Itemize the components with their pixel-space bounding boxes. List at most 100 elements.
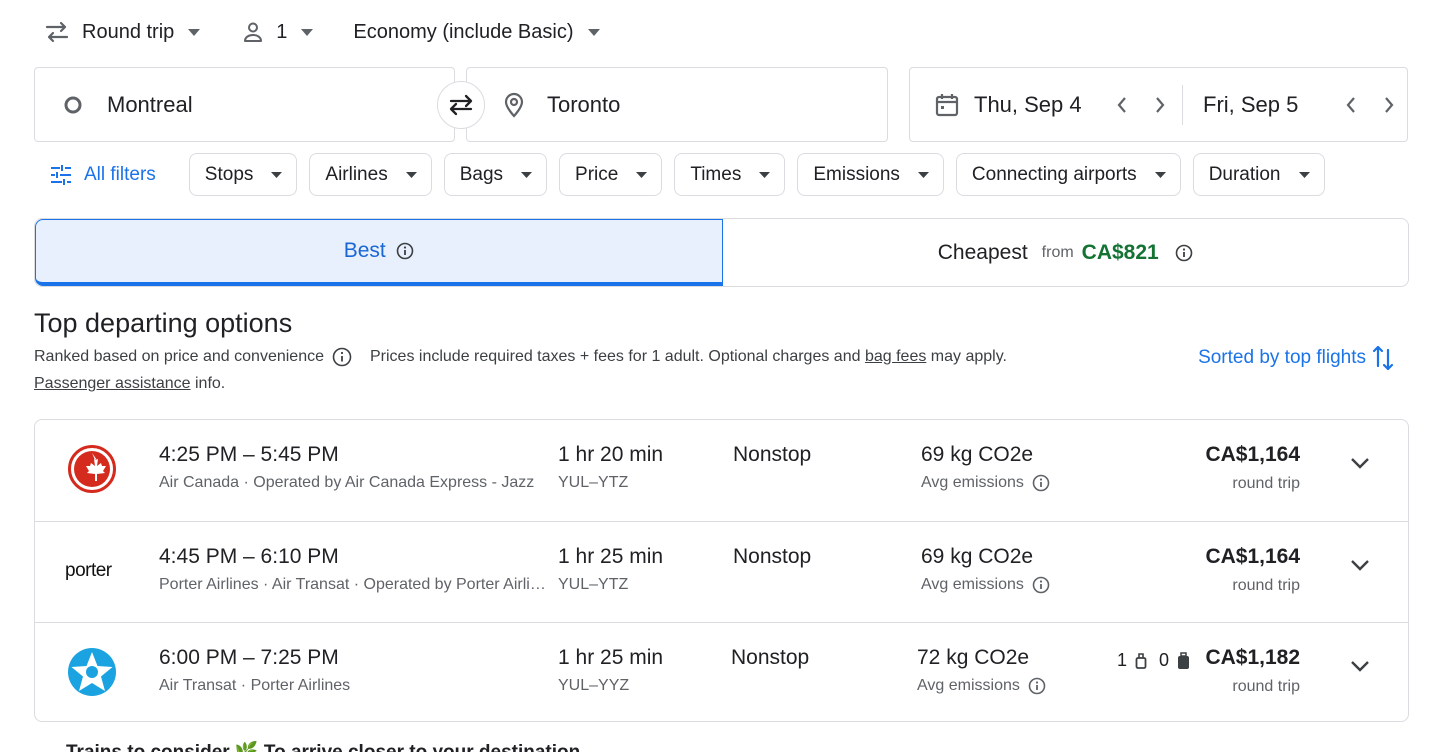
passengers-select[interactable]: 1	[242, 20, 314, 44]
flight-stops: Nonstop	[733, 545, 812, 568]
caret-down-icon	[301, 28, 314, 36]
tab-best-label: Best	[343, 239, 386, 262]
tune-icon	[50, 164, 72, 185]
trip-type-label: Round trip	[82, 20, 175, 43]
flight-emissions: 69 kg CO2e	[921, 443, 1034, 466]
filter-chip-connecting-airports[interactable]: Connecting airports	[955, 153, 1181, 196]
chip-label: Emissions	[813, 163, 900, 185]
cabin-class-label: Economy (include Basic)	[353, 20, 574, 43]
results-notes: Ranked based on price and convenience Pr…	[34, 347, 1007, 367]
air-canada-logo-icon	[67, 444, 117, 494]
info-icon[interactable]	[396, 242, 414, 260]
tab-cheapest-label: Cheapest	[937, 240, 1028, 264]
return-date[interactable]: Fri, Sep 5	[1203, 92, 1339, 118]
swap-arrows-icon	[44, 21, 70, 43]
chip-label: Times	[690, 163, 742, 185]
caret-down-icon	[271, 171, 283, 178]
expand-chevron-icon[interactable]	[1350, 659, 1370, 673]
calendar-icon	[934, 92, 960, 118]
filter-chip-price[interactable]: Price	[559, 153, 663, 196]
flight-times: 4:45 PM – 6:10 PM	[159, 545, 339, 568]
flight-airline: Air Transat · Porter Airlines	[159, 677, 351, 694]
flight-times: 6:00 PM – 7:25 PM	[159, 646, 339, 669]
carry-on-count: 1	[1116, 650, 1127, 670]
flight-duration: 1 hr 20 min	[558, 443, 664, 466]
return-prev-icon[interactable]	[1345, 96, 1357, 114]
flight-trip-type: round trip	[1232, 678, 1300, 695]
flight-stops: Nonstop	[733, 443, 812, 466]
flight-row[interactable]: porter 4:45 PM – 6:10 PM Porter Airlines…	[35, 521, 1408, 622]
destination-field[interactable]: Toronto	[466, 67, 888, 142]
baggage-allowance: 1 0	[1113, 650, 1194, 671]
caret-down-icon	[1298, 171, 1310, 178]
info-icon[interactable]	[1032, 474, 1050, 492]
filter-chip-emissions[interactable]: Emissions	[797, 153, 944, 196]
expand-chevron-icon[interactable]	[1350, 456, 1370, 470]
sort-button[interactable]: Sorted by top flights	[1198, 344, 1394, 372]
caret-down-icon	[917, 171, 929, 178]
checked-bag-count: 0	[1158, 650, 1169, 670]
location-pin-icon	[503, 92, 525, 118]
emissions-label: Avg emissions	[921, 474, 1050, 492]
swap-locations-button[interactable]	[437, 81, 485, 129]
info-icon[interactable]	[1032, 576, 1050, 594]
filter-chip-stops[interactable]: Stops	[188, 153, 298, 196]
flight-price: CA$1,182	[1205, 646, 1300, 669]
carry-on-bag-icon	[1135, 652, 1147, 670]
porter-logo-text: porter	[65, 560, 112, 581]
flight-duration: 1 hr 25 min	[558, 646, 664, 669]
chip-label: Stops	[204, 163, 254, 185]
depart-date[interactable]: Thu, Sep 4	[974, 92, 1110, 118]
origin-field[interactable]: Montreal	[34, 67, 455, 142]
flight-row[interactable]: 6:00 PM – 7:25 PM Air Transat · Porter A…	[35, 622, 1408, 721]
chip-label: Airlines	[325, 163, 388, 185]
chip-label: Connecting airports	[971, 163, 1137, 185]
origin-circle-icon	[63, 95, 83, 115]
flight-airline: Air Canada · Operated by Air Canada Expr…	[159, 474, 535, 491]
all-filters-button[interactable]: All filters	[50, 164, 156, 186]
info-icon[interactable]	[1028, 677, 1046, 695]
flight-times: 4:25 PM – 5:45 PM	[159, 443, 339, 466]
sort-label: Sorted by top flights	[1198, 347, 1366, 368]
depart-next-icon[interactable]	[1154, 96, 1166, 114]
sort-arrows-icon	[1372, 344, 1394, 372]
caret-down-icon	[188, 28, 201, 36]
return-next-icon[interactable]	[1383, 96, 1395, 114]
filter-chip-bags[interactable]: Bags	[443, 153, 548, 196]
flight-duration: 1 hr 25 min	[558, 545, 664, 568]
flight-trip-type: round trip	[1232, 577, 1300, 594]
flight-airline: Porter Airlines · Air Transat · Operated…	[159, 576, 549, 593]
passengers-count: 1	[276, 20, 288, 43]
passenger-assistance-link[interactable]: Passenger assistance	[34, 375, 191, 392]
destination-value: Toronto	[547, 91, 621, 117]
prices-note-suffix: may apply.	[930, 348, 1007, 365]
chip-label: Duration	[1208, 163, 1281, 185]
flight-emissions: 69 kg CO2e	[921, 545, 1034, 568]
tab-cheapest[interactable]: Cheapest from CA$821	[723, 219, 1409, 286]
passenger-assistance-note: Passenger assistance info.	[34, 375, 225, 393]
flight-row[interactable]: 4:25 PM – 5:45 PM Air Canada · Operated …	[35, 420, 1408, 521]
filter-chip-airlines[interactable]: Airlines	[309, 153, 432, 196]
expand-chevron-icon[interactable]	[1350, 558, 1370, 572]
caret-down-icon	[759, 171, 771, 178]
depart-prev-icon[interactable]	[1116, 96, 1128, 114]
cheapest-from-label: from	[1041, 243, 1074, 261]
caret-down-icon	[636, 171, 648, 178]
flight-list: 4:25 PM – 5:45 PM Air Canada · Operated …	[34, 419, 1409, 722]
filter-chip-duration[interactable]: Duration	[1192, 153, 1325, 196]
caret-down-icon	[1154, 171, 1166, 178]
passenger-assistance-suffix: info.	[194, 375, 226, 392]
flight-route: YUL–YTZ	[558, 474, 629, 491]
cabin-class-select[interactable]: Economy (include Basic)	[353, 20, 600, 44]
info-icon[interactable]	[332, 347, 352, 367]
info-icon[interactable]	[1175, 244, 1193, 262]
trip-type-select[interactable]: Round trip	[44, 20, 201, 44]
bag-fees-link[interactable]: bag fees	[865, 348, 926, 366]
flight-price: CA$1,164	[1205, 443, 1300, 466]
page-title: Top departing options	[34, 308, 293, 338]
filter-chip-times[interactable]: Times	[674, 153, 786, 196]
caret-down-icon	[587, 28, 600, 36]
tab-best[interactable]: Best	[35, 219, 723, 286]
flight-trip-type: round trip	[1232, 475, 1300, 492]
flight-stops: Nonstop	[731, 646, 810, 669]
